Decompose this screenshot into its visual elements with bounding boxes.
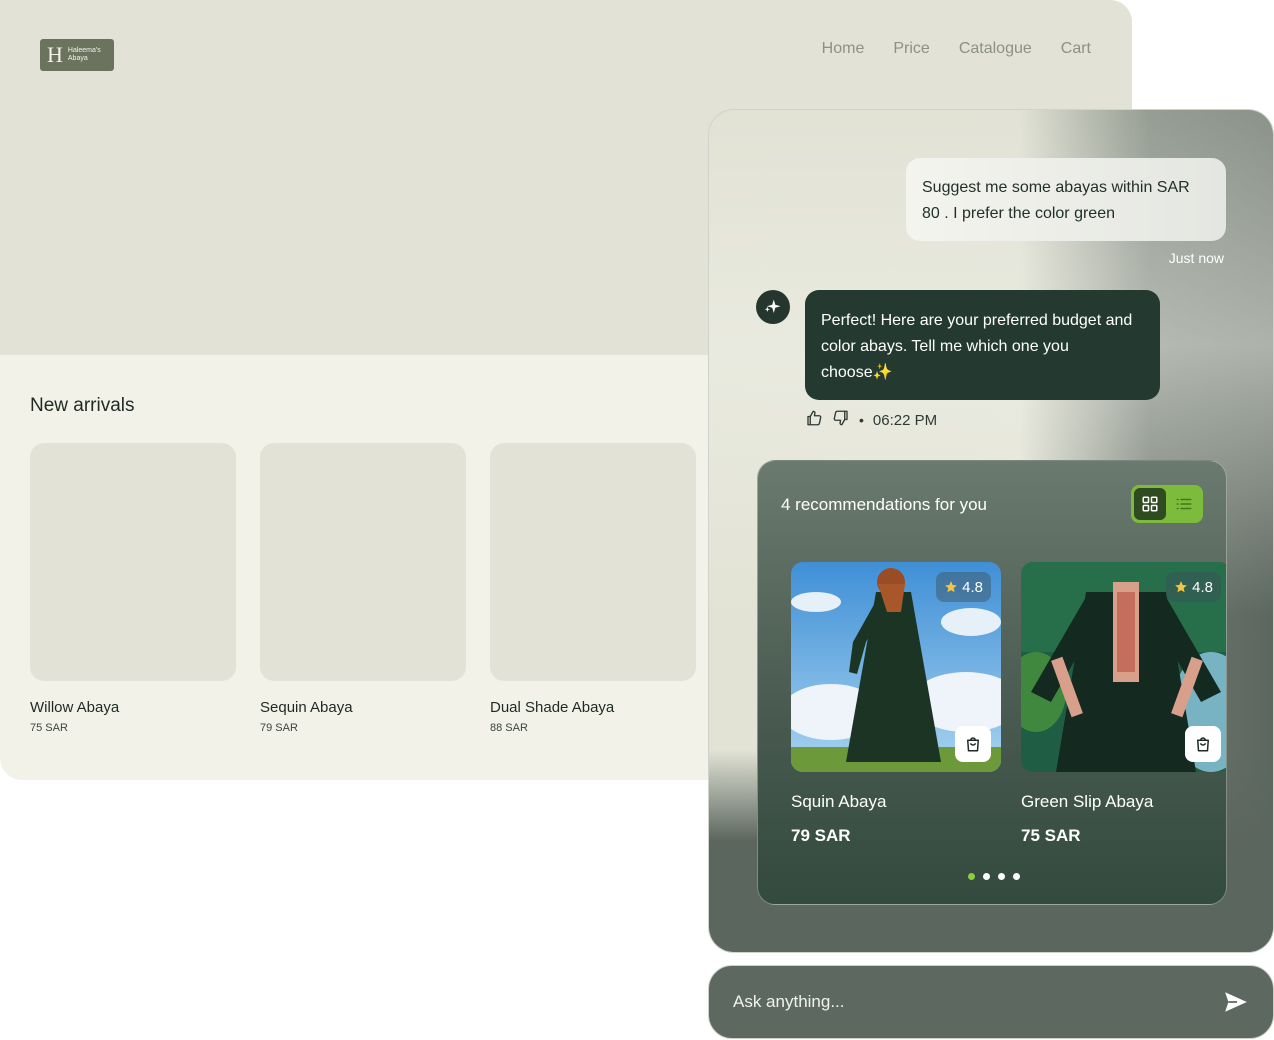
recommendation-item[interactable]: 4.8 Green Slip Abaya 75 SAR [1021, 562, 1226, 846]
view-toggle [1131, 485, 1203, 523]
recommendation-name: Squin Abaya [791, 792, 887, 811]
nav-catalogue[interactable]: Catalogue [959, 40, 1032, 58]
product-image-placeholder[interactable] [490, 443, 696, 681]
rating-badge: 4.8 [936, 572, 991, 602]
product-image-placeholder[interactable] [30, 443, 236, 681]
ai-message-time: 06:22 PM [872, 411, 938, 429]
recommendation-price: 79 SAR [791, 826, 851, 845]
rating-badge: 4.8 [1166, 572, 1221, 602]
product-name: Willow Abaya [30, 699, 120, 716]
logo-initial: H [47, 42, 63, 67]
carousel-pagination [968, 873, 1020, 880]
sparkle-icon [756, 290, 790, 324]
product-card[interactable]: Sequin Abaya 79 SAR [260, 443, 466, 734]
recommendations-card: 4 recommendations for you 4.8 Squin Abay… [757, 460, 1227, 905]
star-icon [1175, 581, 1187, 593]
product-image-placeholder[interactable] [260, 443, 466, 681]
nav-home[interactable]: Home [822, 40, 865, 58]
section-title: New arrivals [30, 395, 135, 416]
add-to-cart-button[interactable] [1185, 726, 1221, 762]
rating-value: 4.8 [962, 578, 983, 596]
pagination-dot[interactable] [1013, 873, 1020, 880]
product-card[interactable]: Dual Shade Abaya 88 SAR [490, 443, 696, 734]
brand-logo[interactable]: H Haleema's Abaya [40, 39, 114, 71]
shopping-bag-icon [967, 737, 979, 752]
user-message-time: Just now [1168, 250, 1224, 266]
product-name: Sequin Abaya [260, 699, 353, 716]
send-icon[interactable] [1221, 987, 1251, 1017]
recommendations-title: 4 recommendations for you [781, 495, 987, 514]
shopping-bag-icon [1197, 737, 1209, 752]
thumbs-down-icon[interactable] [832, 409, 850, 431]
main-nav: Home Price Catalogue Cart [822, 40, 1091, 58]
product-price: 75 SAR [30, 722, 68, 734]
nav-price[interactable]: Price [893, 40, 929, 58]
product-price: 79 SAR [260, 722, 298, 734]
ai-message-bubble: Perfect! Here are your preferred budget … [805, 290, 1160, 400]
product-image[interactable]: 4.8 [791, 562, 1001, 772]
separator-dot: • [859, 412, 864, 428]
product-image[interactable]: 4.8 [1021, 562, 1226, 772]
product-name: Dual Shade Abaya [490, 699, 615, 716]
product-card[interactable]: Willow Abaya 75 SAR [30, 443, 236, 734]
recommendation-item[interactable]: 4.8 Squin Abaya 79 SAR [791, 562, 1001, 846]
rating-value: 4.8 [1192, 578, 1213, 596]
ask-input[interactable] [731, 991, 1221, 1013]
user-message-bubble: Suggest me some abayas within SAR 80 . I… [906, 158, 1226, 241]
pagination-dot[interactable] [983, 873, 990, 880]
pagination-dot[interactable] [968, 873, 975, 880]
thumbs-up-icon[interactable] [805, 409, 823, 431]
chat-panel: Suggest me some abayas within SAR 80 . I… [708, 109, 1274, 953]
chat-input-bar [708, 965, 1274, 1039]
star-icon [945, 581, 957, 593]
nav-cart[interactable]: Cart [1061, 40, 1091, 58]
grid-view-icon[interactable] [1134, 488, 1166, 520]
add-to-cart-button[interactable] [955, 726, 991, 762]
pagination-dot[interactable] [998, 873, 1005, 880]
message-reactions: • 06:22 PM [805, 409, 937, 431]
recommendation-price: 75 SAR [1021, 826, 1081, 845]
logo-text: Haleema's Abaya [67, 47, 101, 62]
list-view-icon[interactable] [1168, 488, 1200, 520]
recommendation-name: Green Slip Abaya [1021, 792, 1154, 811]
product-price: 88 SAR [490, 722, 528, 734]
